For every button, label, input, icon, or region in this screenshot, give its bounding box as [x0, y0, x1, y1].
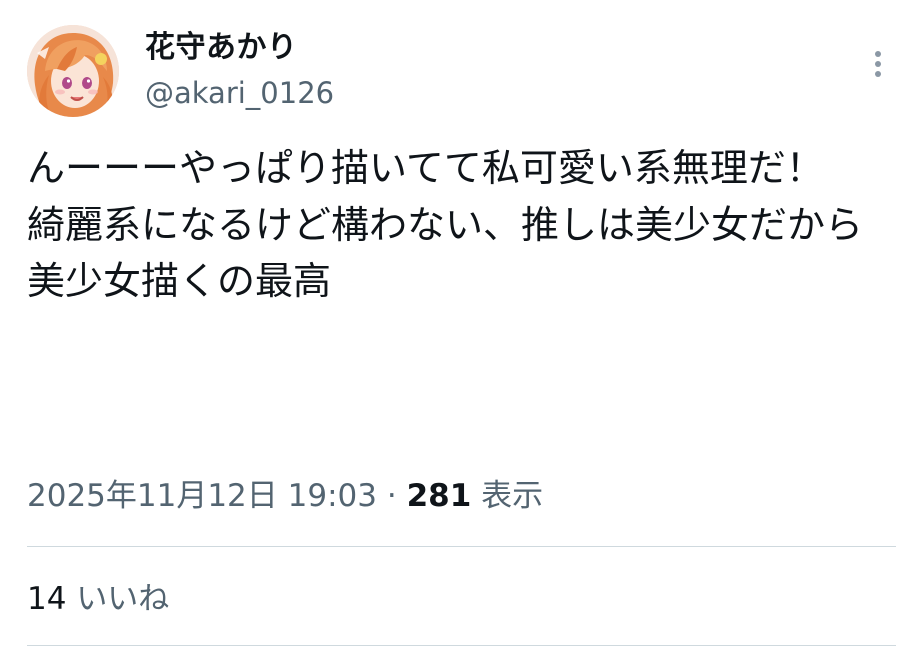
- more-options-button[interactable]: [862, 46, 894, 82]
- user-handle[interactable]: @akari_0126: [145, 76, 334, 110]
- more-vertical-icon-dot: [875, 71, 881, 77]
- display-name[interactable]: 花守あかり: [145, 30, 298, 66]
- avatar[interactable]: [27, 25, 119, 117]
- views-count: 281: [406, 478, 472, 514]
- divider: [27, 546, 896, 547]
- anime-avatar-icon: [27, 25, 119, 117]
- post-meta: 2025年11月12日 19:03 · 281 表示: [27, 475, 543, 517]
- views-label: 表示: [481, 478, 544, 514]
- more-vertical-icon-dot: [875, 61, 881, 67]
- post-text: んーーーやっぱり描いてて私可愛い系無理だ！ 綺麗系になるけど構わない、推しは美少…: [27, 146, 864, 303]
- likes-link[interactable]: 14 いいね: [27, 578, 169, 620]
- more-vertical-icon: [875, 51, 881, 57]
- divider: [27, 645, 896, 646]
- post-timestamp[interactable]: 2025年11月12日 19:03: [27, 478, 377, 514]
- tweet-detail: 花守あかり @akari_0126 んーーーやっぱり描いてて私可愛い系無理だ！ …: [0, 0, 923, 648]
- meta-separator: ·: [386, 478, 397, 514]
- likes-count: 14: [27, 581, 67, 617]
- likes-label: いいね: [76, 581, 170, 617]
